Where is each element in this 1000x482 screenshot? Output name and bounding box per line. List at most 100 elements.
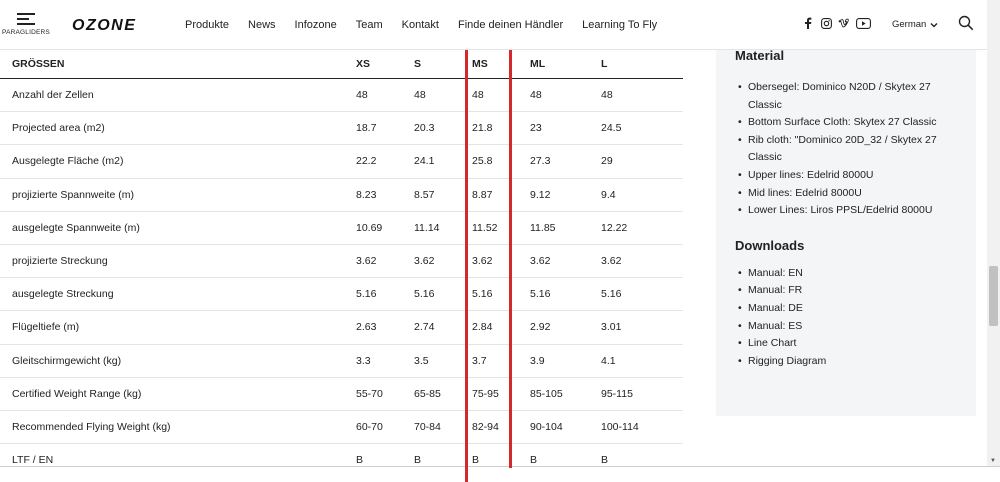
nav-infozone[interactable]: Infozone [295, 19, 337, 31]
specs-table: GRÖSSEN XS S MS ML L Anzahl der Zellen 48… [0, 50, 690, 478]
table-row: Recommended Flying Weight (kg) 60-70 70-84… [0, 411, 683, 445]
row-value: 48 [530, 89, 542, 102]
row-value: 8.87 [472, 188, 493, 201]
row-value: 11.14 [414, 221, 440, 234]
row-value: 60-70 [356, 420, 383, 433]
site-header: PARAGLIDERS OZONE Produkte News Infozone… [0, 0, 987, 50]
download-link[interactable]: Rigging Diagram [748, 355, 826, 367]
row-label: Projected area (m2) [12, 122, 105, 135]
table-row: Certified Weight Range (kg) 55-70 65-85 75-… [0, 378, 683, 411]
vertical-scrollbar[interactable]: ▼ [987, 0, 1000, 466]
row-value: 48 [414, 89, 426, 102]
downloads-heading: Downloads [735, 237, 805, 253]
chevron-down-icon [930, 22, 938, 27]
row-value: 10.69 [356, 221, 383, 234]
row-value: 25.8 [472, 155, 493, 168]
facebook-icon[interactable] [802, 17, 814, 29]
row-value: 12.22 [601, 221, 628, 234]
nav-news[interactable]: News [248, 19, 276, 31]
vimeo-icon[interactable] [838, 17, 850, 29]
downloads-list: Manual: EN Manual: FR Manual: DE Manual: ES… [735, 265, 956, 371]
row-value: 11.52 [472, 221, 498, 234]
download-link[interactable]: Manual: DE [748, 302, 803, 314]
row-label: Flügeltiefe (m) [12, 321, 80, 334]
row-label: Ausgelegte Fläche (m2) [12, 155, 124, 168]
row-value: B [601, 454, 609, 467]
row-value: 85-105 [530, 387, 563, 400]
row-label: ausgelegte Spannweite (m) [12, 221, 140, 234]
specs-sidebar: Material Obersegel: Dominico N20D / Skyt… [716, 38, 976, 416]
row-label: Certified Weight Range (kg) [12, 387, 142, 400]
row-label: Recommended Flying Weight (kg) [12, 420, 171, 433]
row-value: 3.7 [472, 354, 487, 367]
row-value: 5.16 [414, 288, 435, 301]
list-item: Upper lines: Edelrid 8000U [735, 167, 956, 185]
download-link[interactable]: Line Chart [748, 337, 796, 349]
table-row: Anzahl der Zellen 48 48 48 48 48 [0, 79, 683, 113]
download-link[interactable]: Manual: FR [748, 284, 802, 296]
header-cell: XS [356, 58, 371, 70]
header-cell: S [414, 58, 422, 70]
row-value: 95-115 [601, 387, 633, 400]
language-selector[interactable]: German [892, 19, 938, 30]
scroll-down-arrow-icon[interactable]: ▼ [990, 458, 996, 464]
row-value: B [530, 454, 538, 467]
list-item: Mid lines: Edelrid 8000U [735, 185, 956, 203]
row-value: 9.12 [530, 188, 551, 201]
row-label: Gleitschirmgewicht (kg) [12, 354, 122, 367]
row-value: 90-104 [530, 420, 563, 433]
header-cell: L [601, 58, 608, 70]
hamburger-icon [17, 13, 35, 25]
nav-learning-to-fly[interactable]: Learning To Fly [582, 19, 657, 31]
download-link[interactable]: Manual: ES [748, 320, 802, 332]
row-value: 100-114 [601, 420, 639, 433]
nav-produkte[interactable]: Produkte [185, 19, 229, 31]
row-value: 3.9 [530, 354, 545, 367]
row-value: 5.16 [530, 288, 551, 301]
ozone-logo[interactable]: OZONE [72, 15, 162, 35]
download-link[interactable]: Manual: EN [748, 267, 803, 279]
row-value: 8.23 [356, 188, 377, 201]
row-value: 2.63 [356, 321, 377, 334]
nav-haendler[interactable]: Finde deinen Händler [458, 19, 563, 31]
list-item: Manual: FR [735, 282, 956, 300]
search-icon [958, 15, 974, 31]
row-value: 48 [472, 89, 484, 102]
row-value: 3.01 [601, 321, 622, 334]
scrollbar-thumb[interactable] [989, 266, 998, 326]
table-row: projizierte Spannweite (m) 8.23 8.57 8.87 9.… [0, 179, 683, 212]
highlight-line-right [509, 50, 512, 468]
row-value: 65-85 [414, 387, 441, 400]
row-value: 3.3 [356, 354, 371, 367]
row-value: 22.2 [356, 155, 377, 168]
row-value: 23 [530, 122, 542, 135]
nav-kontakt[interactable]: Kontakt [402, 19, 439, 31]
row-value: 3.62 [356, 255, 377, 268]
table-body: Anzahl der Zellen 48 48 48 48 48 Projected are… [0, 79, 690, 478]
row-value: 3.62 [530, 255, 551, 268]
row-value: 27.3 [530, 155, 551, 168]
row-value: 70-84 [414, 420, 441, 433]
material-heading: Material [735, 48, 785, 63]
menu-label: PARAGLIDERS [2, 29, 50, 36]
row-label: projizierte Spannweite (m) [12, 188, 134, 201]
row-value: 11.85 [530, 221, 556, 234]
menu-toggle-button[interactable]: PARAGLIDERS [0, 0, 52, 50]
row-value: 21.8 [472, 122, 493, 135]
youtube-icon[interactable] [856, 17, 871, 29]
row-value: 5.16 [356, 288, 377, 301]
list-item: Rib cloth: "Dominico 20D_32 / Skytex 27 … [735, 132, 956, 167]
row-value: 5.16 [601, 288, 622, 301]
nav-team[interactable]: Team [356, 19, 383, 31]
search-button[interactable] [958, 15, 974, 31]
table-row: ausgelegte Spannweite (m) 10.69 11.14 11.52… [0, 212, 683, 245]
list-item: Manual: ES [735, 318, 956, 336]
table-row: Gleitschirmgewicht (kg) 3.3 3.5 3.7 3.9 4.1 [0, 345, 683, 378]
instagram-icon[interactable] [820, 17, 832, 29]
horizontal-scrollbar-track [0, 466, 1000, 482]
row-value: 4.1 [601, 354, 616, 367]
row-value: B [472, 454, 480, 467]
list-item: Line Chart [735, 335, 956, 353]
list-item: Bottom Surface Cloth: Skytex 27 Classic [735, 114, 956, 132]
row-value: 75-95 [472, 387, 499, 400]
